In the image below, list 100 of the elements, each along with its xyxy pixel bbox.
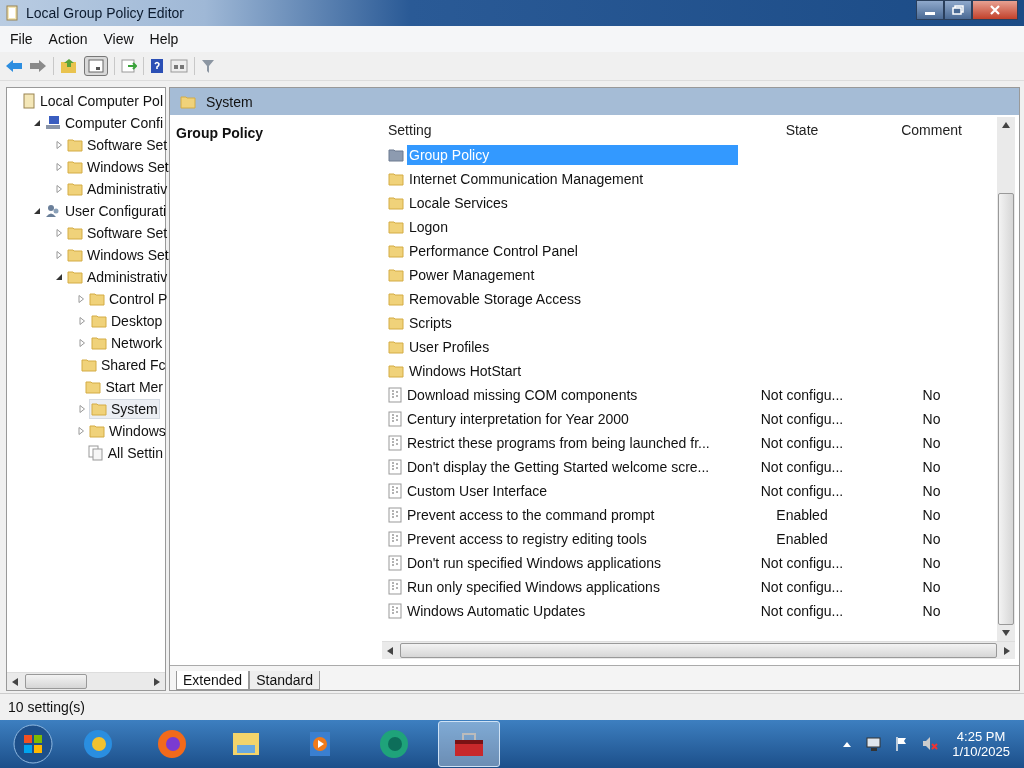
folder-icon (67, 182, 83, 196)
scroll-right-icon[interactable] (1004, 646, 1010, 655)
tree-item[interactable]: Windows Set (65, 245, 171, 265)
collapsed-arrow-icon[interactable] (55, 141, 63, 149)
maximize-button[interactable] (944, 0, 972, 20)
tree-item[interactable]: Administrativ (65, 267, 170, 287)
setting-item[interactable]: Prevent access to registry editing tools (405, 529, 649, 549)
taskbar-app[interactable] (438, 721, 500, 767)
setting-item[interactable]: Scripts (407, 313, 454, 333)
collapsed-arrow-icon[interactable] (55, 251, 63, 259)
setting-item[interactable]: Internet Communication Management (407, 169, 646, 189)
horizontal-scrollbar[interactable] (7, 672, 165, 690)
comment-cell: No (922, 459, 941, 475)
tree-item[interactable]: Administrativ (65, 179, 170, 199)
collapsed-arrow-icon[interactable] (55, 229, 63, 237)
setting-item[interactable]: Locale Services (407, 193, 510, 213)
setting-item[interactable]: Power Management (407, 265, 537, 285)
state-cell: Enabled (776, 507, 828, 523)
collapsed-arrow-icon[interactable] (77, 427, 85, 435)
setting-item[interactable]: Run only specified Windows applications (405, 577, 662, 597)
tree-item[interactable]: Desktop (89, 311, 165, 331)
tree-item[interactable]: Windows (87, 421, 168, 441)
speaker-muted-icon[interactable] (922, 736, 941, 752)
column-header[interactable]: Comment (866, 122, 997, 138)
setting-item[interactable]: Performance Control Panel (407, 241, 580, 261)
close-icon (989, 4, 1001, 16)
scroll-left-icon[interactable] (387, 646, 393, 655)
description-title: Group Policy (176, 125, 264, 141)
scroll-up-icon[interactable] (1002, 122, 1010, 128)
setting-item[interactable]: Windows Automatic Updates (405, 601, 588, 621)
filter-icon[interactable] (201, 58, 215, 74)
column-header[interactable]: Setting (382, 122, 738, 138)
collapsed-arrow-icon[interactable] (78, 317, 86, 325)
collapsed-arrow-icon[interactable] (78, 339, 86, 347)
help-icon[interactable] (150, 58, 164, 74)
scroll-left-icon[interactable] (12, 677, 18, 686)
tree-item[interactable]: Local Computer Pol (20, 91, 165, 111)
window-pane-icon[interactable] (170, 59, 188, 73)
setting-item[interactable]: Custom User Interface (405, 481, 550, 501)
setting-item[interactable]: Don't display the Getting Started welcome scre... (405, 457, 712, 477)
menu-item[interactable]: View (97, 29, 140, 49)
menu-item[interactable]: Action (42, 29, 94, 49)
folder-icon (67, 138, 83, 152)
collapsed-arrow-icon[interactable] (77, 295, 85, 303)
folder-up-icon[interactable] (60, 58, 78, 74)
comment-cell: No (922, 531, 941, 547)
state-cell: Not configu... (760, 555, 844, 571)
setting-item[interactable]: Logon (407, 217, 450, 237)
folder-icon (388, 268, 404, 282)
collapsed-arrow-icon[interactable] (55, 185, 63, 193)
view-tab[interactable]: Standard (249, 671, 320, 690)
tree-item[interactable]: Network (89, 333, 165, 353)
folder-icon (388, 340, 404, 354)
tree-item[interactable]: System (89, 399, 160, 419)
comment-cell: No (922, 507, 941, 523)
show-hidden-icons-icon[interactable] (842, 740, 853, 748)
setting-item[interactable]: User Profiles (407, 337, 492, 357)
setting-item[interactable]: Windows HotStart (407, 361, 524, 381)
tree-item[interactable]: Control P (87, 289, 170, 309)
menu-item[interactable]: Help (143, 29, 185, 49)
clock-time[interactable]: 4:25 PM (956, 729, 1006, 744)
tree-item[interactable]: Software Set (65, 223, 170, 243)
show-tree-button[interactable] (84, 56, 108, 76)
setting-item[interactable]: Restrict these programs from being launched fr... (405, 433, 712, 453)
start-button[interactable] (12, 723, 54, 765)
column-header[interactable]: State (738, 122, 866, 138)
tree-item[interactable]: Shared Fc (79, 355, 168, 375)
vertical-scrollbar[interactable] (997, 117, 1015, 641)
expanded-arrow-icon[interactable] (33, 119, 41, 127)
setting-item[interactable]: Prevent access to the command prompt (405, 505, 657, 525)
expanded-arrow-icon[interactable] (33, 207, 41, 215)
menu-item[interactable]: File (4, 29, 39, 49)
horizontal-scrollbar[interactable] (382, 641, 1015, 659)
folder-icon (85, 380, 102, 394)
forward-icon[interactable] (29, 59, 47, 73)
clock-date[interactable]: 1/10/2025 (952, 744, 1010, 759)
close-button[interactable] (972, 0, 1018, 20)
policy-icon (388, 411, 402, 427)
minimize-button[interactable] (916, 0, 944, 20)
scroll-down-icon[interactable] (1002, 630, 1010, 636)
tree-item[interactable]: All Settin (85, 443, 165, 463)
setting-item[interactable]: Download missing COM components (405, 385, 640, 405)
setting-item[interactable]: Century interpretation for Year 2000 (405, 409, 631, 429)
view-tab[interactable]: Extended (176, 671, 250, 690)
scroll-right-icon[interactable] (154, 677, 160, 686)
collapsed-arrow-icon[interactable] (78, 405, 86, 413)
setting-item[interactable]: Don't run specified Windows applications (405, 553, 664, 573)
tree-item[interactable]: Windows Set (65, 157, 171, 177)
folder-icon (180, 94, 196, 109)
tree-item[interactable]: Software Set (65, 135, 170, 155)
tree-item[interactable]: User Configurati (43, 201, 169, 221)
tree-item[interactable]: Start Mer (83, 377, 165, 397)
state-cell: Not configu... (760, 387, 844, 403)
back-icon[interactable] (5, 59, 23, 73)
tree-item[interactable]: Computer Confi (43, 113, 166, 133)
expanded-arrow-icon[interactable] (55, 273, 63, 281)
export-list-icon[interactable] (121, 58, 137, 74)
setting-item[interactable]: Removable Storage Access (407, 289, 583, 309)
network-icon[interactable] (864, 736, 883, 752)
collapsed-arrow-icon[interactable] (55, 163, 63, 171)
